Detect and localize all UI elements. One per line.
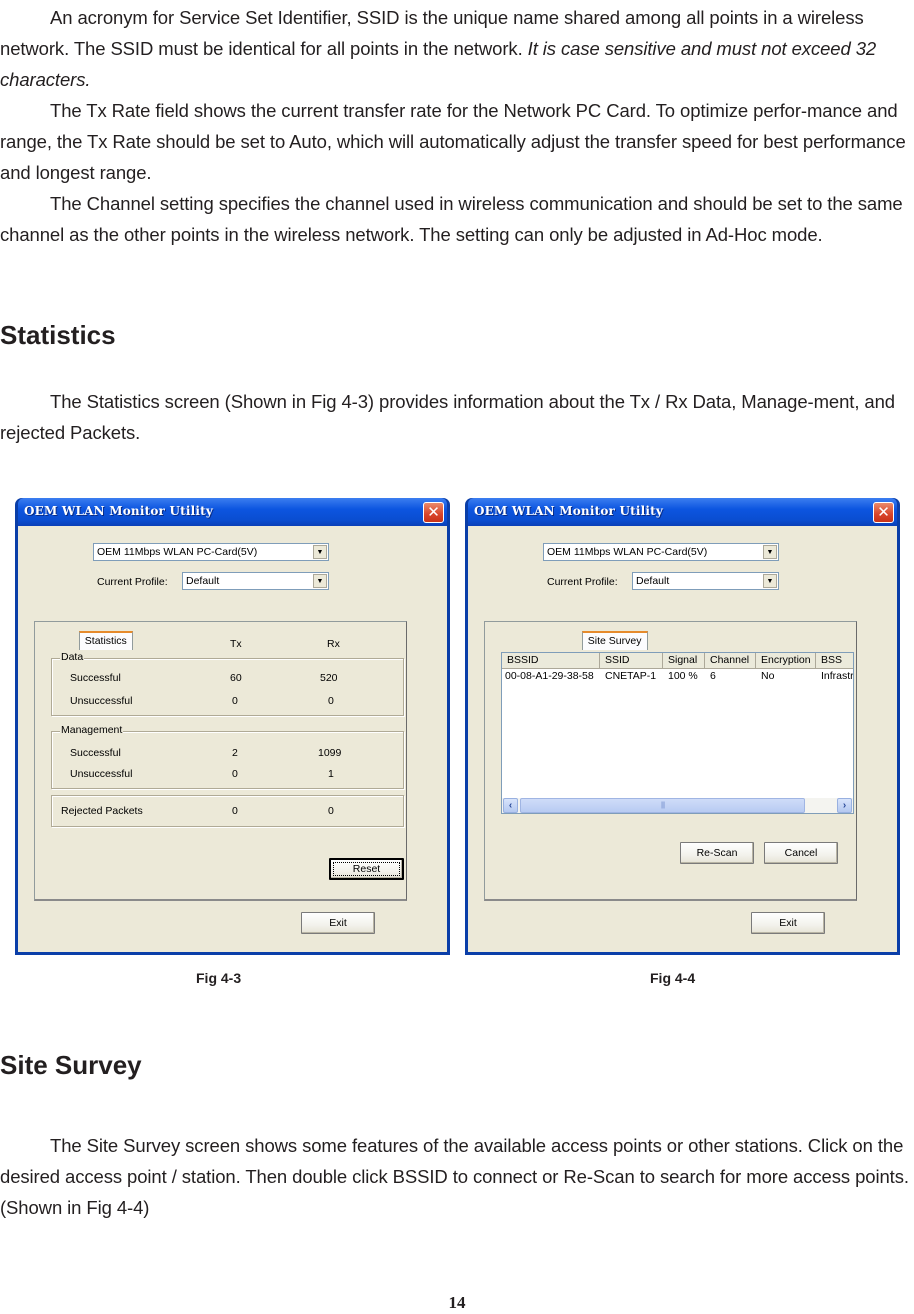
- close-icon[interactable]: ✕: [423, 502, 444, 523]
- data-unsuccessful-rx: 0: [328, 695, 334, 707]
- statistics-window: OEM WLAN Monitor Utility ✕ OEM 11Mbps WL…: [15, 498, 450, 955]
- data-successful-tx: 60: [230, 672, 242, 684]
- data-group: Data Successful 60 520 Unsuccessful 0 0: [51, 651, 404, 716]
- rejected-rx: 0: [328, 805, 334, 817]
- tx-rate-paragraph: The Tx Rate field shows the current tran…: [0, 100, 906, 183]
- chevron-down-icon[interactable]: ▼: [763, 545, 777, 559]
- data-successful-label: Successful: [70, 672, 121, 684]
- horizontal-scrollbar[interactable]: ‹ |||| ›: [502, 798, 853, 813]
- mgmt-unsuccessful-tx: 0: [232, 768, 238, 780]
- site-survey-heading: Site Survey: [0, 1050, 142, 1080]
- scroll-left-icon[interactable]: ‹: [503, 798, 518, 813]
- site-survey-paragraph: The Site Survey screen shows some featur…: [0, 1135, 909, 1218]
- statistics-heading: Statistics: [0, 320, 116, 350]
- fig-4-4-caption: Fig 4-4: [650, 970, 696, 986]
- exit-button[interactable]: Exit: [751, 912, 825, 934]
- column-encryption[interactable]: Encryption: [756, 653, 816, 669]
- cancel-button[interactable]: Cancel: [764, 842, 838, 864]
- profile-label: Current Profile:: [547, 576, 618, 588]
- adapter-select[interactable]: OEM 11Mbps WLAN PC-Card(5V) ▼: [93, 543, 329, 561]
- window-client: OEM 11Mbps WLAN PC-Card(5V) ▼ Current Pr…: [468, 526, 897, 952]
- site-survey-panel: BSSID SSID Signal Channel Encryption BSS…: [484, 621, 857, 901]
- data-unsuccessful-label: Unsuccessful: [70, 695, 133, 707]
- window-title: OEM WLAN Monitor Utility: [474, 504, 664, 518]
- close-icon[interactable]: ✕: [873, 502, 894, 523]
- rejected-label: Rejected Packets: [61, 805, 143, 817]
- data-successful-rx: 520: [320, 672, 338, 684]
- reset-button[interactable]: Reset: [329, 858, 404, 880]
- chevron-down-icon[interactable]: ▼: [313, 545, 327, 559]
- rx-header: Rx: [327, 638, 340, 650]
- mgmt-successful-rx: 1099: [318, 747, 342, 759]
- mgmt-unsuccessful-label: Unsuccessful: [70, 768, 133, 780]
- rescan-button[interactable]: Re-Scan: [680, 842, 754, 864]
- column-signal[interactable]: Signal: [663, 653, 705, 669]
- channel-paragraph: The Channel setting specifies the channe…: [0, 193, 903, 245]
- page-number: 14: [448, 1293, 466, 1312]
- mgmt-unsuccessful-rx: 1: [328, 768, 334, 780]
- adapter-select[interactable]: OEM 11Mbps WLAN PC-Card(5V) ▼: [543, 543, 779, 561]
- column-channel[interactable]: Channel: [705, 653, 756, 669]
- window-title: OEM WLAN Monitor Utility: [24, 504, 214, 518]
- mgmt-successful-label: Successful: [70, 747, 121, 759]
- title-bar[interactable]: OEM WLAN Monitor Utility ✕: [18, 498, 447, 526]
- chevron-down-icon[interactable]: ▼: [763, 574, 777, 588]
- column-bss[interactable]: BSS: [816, 653, 853, 669]
- rejected-tx: 0: [232, 805, 238, 817]
- profile-label: Current Profile:: [97, 576, 168, 588]
- profile-select[interactable]: Default ▼: [632, 572, 779, 590]
- rejected-group: Rejected Packets 0 0: [51, 795, 404, 827]
- statistics-paragraph: The Statistics screen (Shown in Fig 4-3)…: [0, 391, 895, 443]
- ssid-paragraph: An acronym for Service Set Identifier, S…: [0, 7, 877, 90]
- statistics-panel: Tx Rx Data Successful 60 520 Unsuccessfu…: [34, 621, 407, 901]
- mgmt-successful-tx: 2: [232, 747, 238, 759]
- profile-select[interactable]: Default ▼: [182, 572, 329, 590]
- chevron-down-icon[interactable]: ▼: [313, 574, 327, 588]
- scroll-right-icon[interactable]: ›: [837, 798, 852, 813]
- site-survey-window: OEM WLAN Monitor Utility ✕ OEM 11Mbps WL…: [465, 498, 900, 955]
- fig-4-3-caption: Fig 4-3: [196, 970, 242, 986]
- scrollbar-thumb[interactable]: ||||: [520, 798, 805, 813]
- column-ssid[interactable]: SSID: [600, 653, 663, 669]
- title-bar[interactable]: OEM WLAN Monitor Utility ✕: [468, 498, 897, 526]
- tx-header: Tx: [230, 638, 242, 650]
- list-header: BSSID SSID Signal Channel Encryption BSS: [502, 653, 853, 669]
- tab-statistics[interactable]: Statistics: [78, 631, 133, 650]
- column-bssid[interactable]: BSSID: [502, 653, 600, 669]
- exit-button[interactable]: Exit: [301, 912, 375, 934]
- list-item[interactable]: 00-08-A1-29-38-58 CNETAP-1 100 % 6 No In…: [502, 669, 853, 683]
- management-group: Management Successful 2 1099 Unsuccessfu…: [51, 724, 404, 789]
- data-unsuccessful-tx: 0: [232, 695, 238, 707]
- access-point-list[interactable]: BSSID SSID Signal Channel Encryption BSS…: [501, 652, 854, 814]
- window-client: OEM 11Mbps WLAN PC-Card(5V) ▼ Current Pr…: [18, 526, 447, 952]
- tab-site-survey[interactable]: Site Survey: [581, 631, 648, 650]
